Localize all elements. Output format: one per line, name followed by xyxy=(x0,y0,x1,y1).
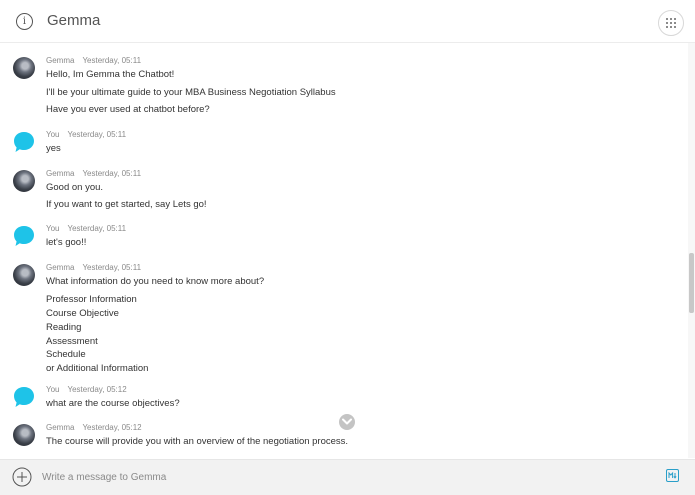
user-avatar xyxy=(13,225,35,247)
message-time: Yesterday, 05:11 xyxy=(67,130,127,139)
scrollbar-track[interactable] xyxy=(688,43,695,458)
message-text: What information do you need to know mor… xyxy=(46,276,265,287)
message-text: Schedule xyxy=(46,349,86,360)
bot-avatar xyxy=(13,57,35,79)
message-list[interactable]: Gemma Yesterday, 05:11 Hello, Im Gemma th… xyxy=(0,43,688,458)
message-text: what are the course objectives? xyxy=(46,398,180,409)
message-text: Have you ever used at chatbot before? xyxy=(46,104,210,115)
message-time: Yesterday, 05:11 xyxy=(82,169,142,178)
message-text: or Additional Information xyxy=(46,363,149,374)
user-avatar xyxy=(13,131,35,153)
message-sender: You xyxy=(46,224,60,233)
message-composer xyxy=(0,459,695,495)
message-sender: Gemma xyxy=(46,263,75,272)
bot-avatar xyxy=(13,424,35,446)
message-sender: You xyxy=(46,130,60,139)
message-text: Good on you. xyxy=(46,182,104,193)
user-avatar xyxy=(13,386,35,408)
message-sender: Gemma xyxy=(46,423,75,432)
message-sender: You xyxy=(46,385,60,394)
chat-title: Gemma xyxy=(47,12,101,29)
info-icon[interactable]: i xyxy=(16,13,33,30)
message-text: let's goo!! xyxy=(46,237,87,248)
message-sender: Gemma xyxy=(46,56,75,65)
message-time: Yesterday, 05:11 xyxy=(82,263,142,272)
message-text: Course Objective xyxy=(46,308,119,319)
message-time: Yesterday, 05:11 xyxy=(82,56,142,65)
markdown-icon[interactable] xyxy=(666,469,679,482)
message-text: If you want to get started, say Lets go! xyxy=(46,199,207,210)
message-text: yes xyxy=(46,143,61,154)
message-text: I'll be your ultimate guide to your MBA … xyxy=(46,87,336,98)
message-input[interactable] xyxy=(42,468,642,486)
message-time: Yesterday, 05:11 xyxy=(67,224,127,233)
message-text: The course will provide you with an over… xyxy=(46,436,349,447)
grid-dots-icon[interactable] xyxy=(658,10,684,36)
message-time: Yesterday, 05:12 xyxy=(67,385,127,394)
message-text: Professor Information xyxy=(46,294,137,305)
message-text: Hello, Im Gemma the Chatbot! xyxy=(46,69,175,80)
bot-avatar xyxy=(13,264,35,286)
message-text: Reading xyxy=(46,322,82,333)
message-sender: Gemma xyxy=(46,169,75,178)
scrollbar-thumb[interactable] xyxy=(689,253,694,313)
chat-header: i Gemma xyxy=(0,0,695,43)
message-time: Yesterday, 05:12 xyxy=(82,423,142,432)
bot-avatar xyxy=(13,170,35,192)
scroll-down-icon[interactable] xyxy=(339,414,355,430)
plus-icon[interactable] xyxy=(12,467,32,487)
message-text: Assessment xyxy=(46,336,98,347)
